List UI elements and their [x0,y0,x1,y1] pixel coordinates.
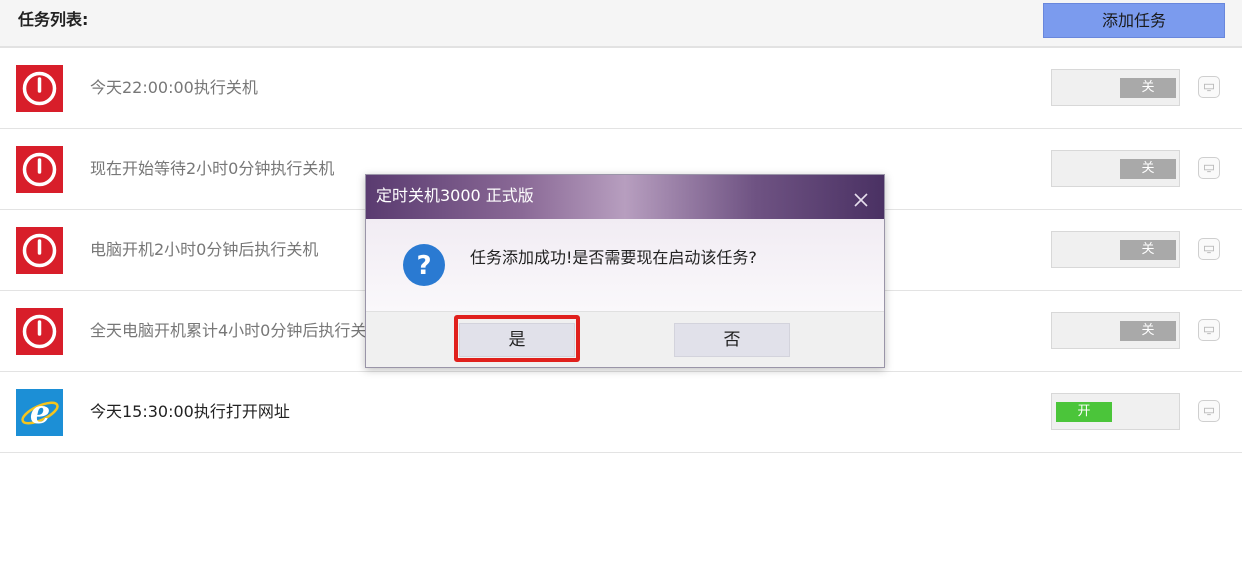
toggle-state-label: 关 [1120,321,1176,341]
toggle-state-label: 关 [1120,159,1176,179]
close-icon[interactable] [852,191,870,209]
power-icon [16,65,63,112]
confirm-dialog: 定时关机3000 正式版 ? 任务添加成功!是否需要现在启动该任务? 是 否 [365,174,885,368]
svg-text:?: ? [416,251,431,281]
task-description: 现在开始等待2小时0分钟执行关机 [90,159,335,178]
svg-text:e: e [30,393,50,431]
dialog-footer: 是 否 [366,311,884,367]
no-button[interactable]: 否 [674,323,790,357]
dialog-message: 任务添加成功!是否需要现在启动该任务? [470,248,757,267]
power-icon [16,308,63,355]
add-task-button[interactable]: 添加任务 [1043,3,1225,38]
task-menu-icon[interactable] [1198,238,1220,260]
task-row: 今天22:00:00执行关机 关 [0,48,1242,129]
toggle-state-label: 关 [1120,78,1176,98]
task-description: 今天15:30:00执行打开网址 [90,402,290,421]
yes-button[interactable]: 是 [459,323,575,357]
toggle-state-label: 关 [1120,240,1176,260]
dialog-title: 定时关机3000 正式版 [376,186,534,205]
task-description: 全天电脑开机累计4小时0分钟后执行关机 [90,321,383,340]
task-toggle[interactable]: 开 [1051,393,1180,430]
task-description: 今天22:00:00执行关机 [90,78,258,97]
toggle-state-label: 开 [1056,402,1112,422]
task-toggle[interactable]: 关 [1051,69,1180,106]
power-icon [16,227,63,274]
task-row: e 今天15:30:00执行打开网址 开 [0,372,1242,453]
task-menu-icon[interactable] [1198,319,1220,341]
ie-browser-icon: e [16,389,63,436]
app-window: 任务列表: 添加任务 今天22:00:00执行关机 关 现在开始等待2小时0分钟… [0,0,1242,572]
task-menu-icon[interactable] [1198,157,1220,179]
task-toggle[interactable]: 关 [1051,231,1180,268]
task-menu-icon[interactable] [1198,76,1220,98]
dialog-titlebar[interactable]: 定时关机3000 正式版 [366,175,884,219]
task-toggle[interactable]: 关 [1051,312,1180,349]
task-menu-icon[interactable] [1198,400,1220,422]
task-toggle[interactable]: 关 [1051,150,1180,187]
dialog-body: ? 任务添加成功!是否需要现在启动该任务? [366,219,884,311]
power-icon [16,146,63,193]
question-icon: ? [403,244,445,286]
task-list-header: 任务列表: 添加任务 [0,0,1242,48]
page-title: 任务列表: [18,10,89,29]
task-description: 电脑开机2小时0分钟后执行关机 [90,240,319,259]
